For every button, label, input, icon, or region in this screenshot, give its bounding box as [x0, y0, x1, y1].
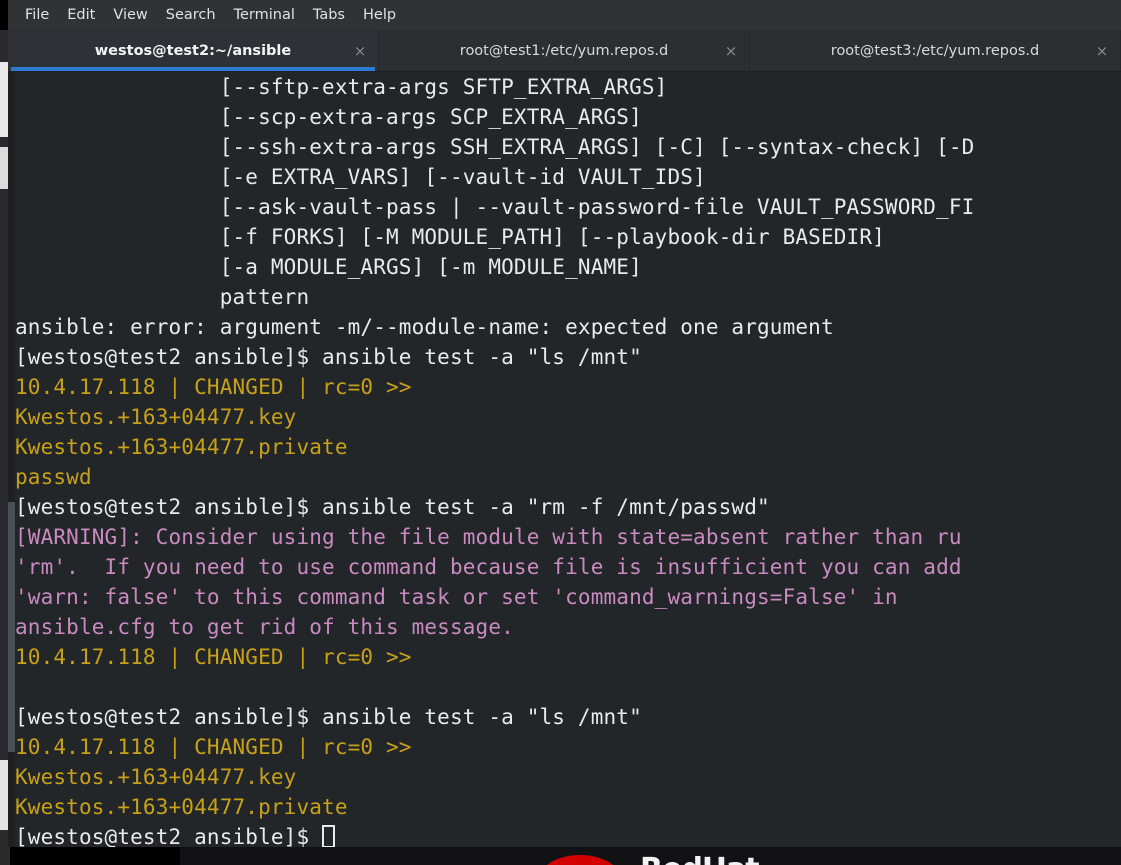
terminal-line: Kwestos.+163+04477.private — [15, 795, 348, 819]
terminal-cursor — [322, 825, 336, 847]
tab-bar: westos@test2:~/ansible × root@test1:/etc… — [8, 31, 1121, 72]
screen: RedHat File Edit View Search Terminal Ta… — [0, 0, 1121, 865]
wallpaper-strip: RedHat — [0, 847, 1121, 865]
terminal-line: 'warn: false' to this command task or se… — [15, 585, 898, 609]
terminal-line: Kwestos.+163+04477.private — [15, 435, 348, 459]
menu-item-edit[interactable]: Edit — [58, 5, 104, 25]
menu-item-view[interactable]: View — [104, 5, 156, 25]
close-icon[interactable]: × — [352, 43, 368, 59]
menu-item-tabs[interactable]: Tabs — [304, 5, 354, 25]
tab-title: root@test1:/etc/yum.repos.d — [459, 43, 669, 59]
tab-title: root@test3:/etc/yum.repos.d — [830, 43, 1040, 59]
terminal-line: passwd — [15, 465, 92, 489]
terminal-line: [-f FORKS] [-M MODULE_PATH] [--playbook-… — [15, 225, 885, 249]
redhat-wordmark: RedHat — [640, 852, 760, 865]
tab-root-test1[interactable]: root@test1:/etc/yum.repos.d × — [379, 31, 750, 71]
wallpaper-black-panel — [0, 847, 180, 865]
menu-item-help[interactable]: Help — [354, 5, 405, 25]
terminal-line: Kwestos.+163+04477.key — [15, 405, 297, 429]
terminal-window: File Edit View Search Terminal Tabs Help… — [8, 0, 1121, 847]
terminal-line: [--ssh-extra-args SSH_EXTRA_ARGS] [-C] [… — [15, 135, 975, 159]
terminal-line: [westos@test2 ansible]$ ansible test -a … — [15, 705, 642, 729]
terminal-line: [westos@test2 ansible]$ ansible test -a … — [15, 345, 642, 369]
terminal-line: [-e EXTRA_VARS] [--vault-id VAULT_IDS] — [15, 165, 706, 189]
terminal-line: pattern — [15, 285, 310, 309]
menu-item-search[interactable]: Search — [157, 5, 225, 25]
tab-title: westos@test2:~/ansible — [94, 43, 292, 59]
terminal-line: [--scp-extra-args SCP_EXTRA_ARGS] — [15, 105, 642, 129]
terminal-line: [-a MODULE_ARGS] [-m MODULE_NAME] — [15, 255, 642, 279]
terminal-line: [WARNING]: Consider using the file modul… — [15, 525, 962, 549]
menu-bar: File Edit View Search Terminal Tabs Help — [8, 0, 1121, 31]
terminal-line: [westos@test2 ansible]$ — [15, 822, 1121, 847]
terminal-body[interactable]: [--sftp-extra-args SFTP_EXTRA_ARGS] [--s… — [8, 72, 1121, 847]
terminal-line: 'rm'. If you need to use command because… — [15, 555, 962, 579]
terminal-line: 10.4.17.118 | CHANGED | rc=0 >> — [15, 735, 412, 759]
tab-westos-test2[interactable]: westos@test2:~/ansible × — [8, 31, 379, 71]
close-icon[interactable]: × — [1094, 43, 1110, 59]
terminal-line: ansible.cfg to get rid of this message. — [15, 615, 514, 639]
terminal-output[interactable]: [--sftp-extra-args SFTP_EXTRA_ARGS] [--s… — [15, 72, 1121, 847]
menu-item-terminal[interactable]: Terminal — [225, 5, 304, 25]
terminal-line: [--ask-vault-pass | --vault-password-fil… — [15, 195, 975, 219]
terminal-line: Kwestos.+163+04477.key — [15, 765, 297, 789]
terminal-line: [westos@test2 ansible]$ ansible test -a … — [15, 495, 770, 519]
terminal-line: 10.4.17.118 | CHANGED | rc=0 >> — [15, 375, 412, 399]
terminal-line: [--sftp-extra-args SFTP_EXTRA_ARGS] — [15, 75, 668, 99]
tab-root-test3[interactable]: root@test3:/etc/yum.repos.d × — [750, 31, 1121, 71]
close-icon[interactable]: × — [723, 43, 739, 59]
redhat-logo: RedHat — [520, 847, 940, 865]
terminal-line: ansible: error: argument -m/--module-nam… — [15, 315, 834, 339]
scrollbar-thumb[interactable] — [8, 502, 15, 752]
terminal-scrollbar[interactable] — [8, 72, 15, 847]
terminal-line: 10.4.17.118 | CHANGED | rc=0 >> — [15, 645, 412, 669]
menu-item-file[interactable]: File — [16, 5, 58, 25]
redhat-hat-icon — [538, 855, 622, 865]
